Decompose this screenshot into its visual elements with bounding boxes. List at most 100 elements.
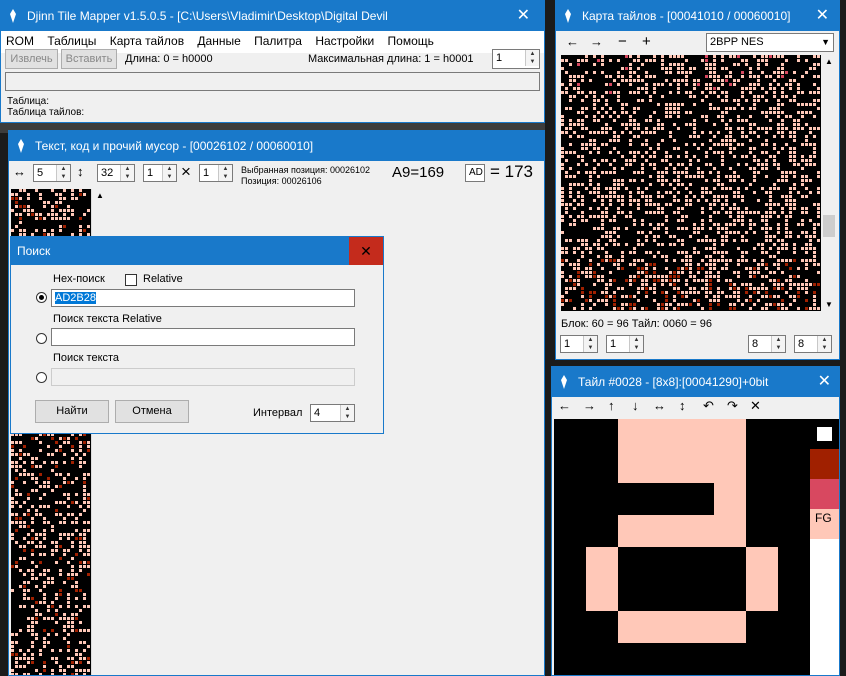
shift-up-icon[interactable]: ↑ bbox=[608, 398, 615, 413]
map-pixel bbox=[817, 307, 820, 310]
map-pixel bbox=[561, 67, 564, 70]
map-pixel bbox=[649, 147, 652, 150]
interval-spinner[interactable]: 4 ▲ ▼ bbox=[310, 404, 355, 422]
max-length-spinner[interactable]: 1 ▲ ▼ bbox=[492, 49, 540, 69]
map-spinner-4[interactable]: 8 ▲ ▼ bbox=[794, 335, 832, 353]
ad-box[interactable]: AD bbox=[465, 164, 485, 182]
height-spinner[interactable]: 32 ▲ ▼ bbox=[97, 164, 135, 182]
map-pixel bbox=[577, 275, 580, 278]
strip-pixel bbox=[11, 461, 14, 464]
cancel-button[interactable]: Отмена bbox=[115, 400, 189, 423]
chevron-down-icon[interactable]: ▼ bbox=[821, 34, 830, 51]
move-left-icon[interactable]: ← bbox=[566, 34, 579, 49]
text-titlebar[interactable]: Текст, код и прочий мусор - [00026102 / … bbox=[9, 131, 544, 161]
relative-text-radio[interactable] bbox=[36, 333, 47, 344]
strip-pixel bbox=[31, 573, 34, 576]
zoom-y-spinner[interactable]: 1 ▲ ▼ bbox=[199, 164, 233, 182]
menu-tilemap[interactable]: Карта тайлов bbox=[105, 31, 189, 51]
extract-button[interactable]: Извлечь bbox=[5, 49, 58, 69]
map-pixel bbox=[793, 299, 796, 302]
rotate-right-icon[interactable]: ↷ bbox=[727, 398, 738, 414]
menu-palette[interactable]: Палитра bbox=[249, 31, 307, 51]
text-output-field[interactable] bbox=[5, 72, 540, 91]
resize-vertical-icon[interactable]: ↕ bbox=[77, 164, 84, 179]
zoom-in-icon[interactable]: + bbox=[642, 33, 651, 50]
palette-color-pink[interactable]: FG bbox=[810, 509, 839, 539]
scroll-up-icon[interactable]: ▲ bbox=[96, 191, 104, 200]
tilemap-titlebar[interactable]: Карта тайлов - [00041010 / 00060010] ✕ bbox=[556, 1, 839, 31]
move-right-icon[interactable]: → bbox=[590, 34, 603, 49]
map-pixel bbox=[633, 171, 636, 174]
map-pixel bbox=[629, 275, 632, 278]
close-icon[interactable]: ✕ bbox=[816, 1, 829, 31]
shift-right-icon[interactable]: → bbox=[583, 398, 596, 413]
width-spinner[interactable]: 5 ▲ ▼ bbox=[33, 164, 71, 182]
map-pixel bbox=[749, 91, 752, 94]
relative-checkbox[interactable] bbox=[125, 274, 137, 286]
map-pixel bbox=[781, 259, 784, 262]
shift-down-icon[interactable]: ↓ bbox=[632, 398, 639, 413]
rotate-left-icon[interactable]: ↶ bbox=[703, 398, 714, 414]
map-pixel bbox=[785, 215, 788, 218]
flip-horizontal-icon[interactable]: ↔ bbox=[653, 398, 666, 413]
map-spinner-1[interactable]: 1 ▲ ▼ bbox=[560, 335, 598, 353]
palette-color-black[interactable] bbox=[810, 419, 839, 449]
map-pixel bbox=[613, 239, 616, 242]
find-button[interactable]: Найти bbox=[35, 400, 109, 423]
map-pixel bbox=[597, 151, 600, 154]
map-pixel bbox=[649, 195, 652, 198]
text-search-input[interactable] bbox=[51, 368, 355, 386]
palette-color-red[interactable] bbox=[810, 479, 839, 509]
strip-pixel bbox=[31, 621, 34, 624]
scroll-up-icon[interactable]: ▲ bbox=[825, 57, 833, 66]
map-spinner-3[interactable]: 8 ▲ ▼ bbox=[748, 335, 786, 353]
strip-pixel bbox=[39, 533, 42, 536]
scroll-thumb[interactable] bbox=[823, 215, 835, 237]
hex-search-input[interactable]: AD2B28 bbox=[51, 289, 355, 307]
palette-color-brown[interactable] bbox=[810, 449, 839, 479]
close-icon[interactable]: ✕ bbox=[517, 1, 530, 31]
tile-titlebar[interactable]: Тайл #0028 - [8x8]:[00041290]+0bit ✕ bbox=[552, 367, 839, 397]
menu-rom[interactable]: ROM bbox=[1, 31, 39, 51]
clear-icon[interactable]: ✕ bbox=[750, 398, 761, 414]
search-titlebar[interactable]: Поиск ✕ bbox=[11, 237, 383, 265]
relative-text-input[interactable] bbox=[51, 328, 355, 346]
map-spinner-2[interactable]: 1 ▲ ▼ bbox=[606, 335, 644, 353]
hex-search-radio[interactable] bbox=[36, 292, 47, 303]
insert-button[interactable]: Вставить bbox=[61, 49, 117, 69]
close-icon[interactable]: ✕ bbox=[818, 367, 831, 397]
close-button[interactable]: ✕ bbox=[349, 237, 383, 265]
tile-editor-canvas[interactable] bbox=[554, 419, 810, 675]
format-select[interactable]: 2BPP NES ▼ bbox=[706, 33, 834, 52]
map-pixel bbox=[753, 83, 756, 86]
main-titlebar[interactable]: Djinn Tile Mapper v1.5.0.5 - [C:\Users\V… bbox=[1, 1, 544, 31]
map-pixel bbox=[709, 131, 712, 134]
text-search-radio[interactable] bbox=[36, 372, 47, 383]
spinner-arrows-icon[interactable]: ▲ ▼ bbox=[525, 50, 539, 66]
menu-data[interactable]: Данные bbox=[192, 31, 245, 51]
menu-settings[interactable]: Настройки bbox=[310, 31, 379, 51]
map-pixel bbox=[677, 303, 680, 306]
flip-vertical-icon[interactable]: ↕ bbox=[679, 398, 686, 413]
tile-pixel bbox=[554, 611, 586, 643]
map-pixel bbox=[809, 67, 812, 70]
map-pixel bbox=[645, 187, 648, 190]
map-pixel bbox=[653, 111, 656, 114]
strip-pixel bbox=[59, 437, 62, 440]
map-pixel bbox=[713, 259, 716, 262]
resize-horizontal-icon[interactable]: ↔ bbox=[13, 164, 26, 179]
menu-help[interactable]: Помощь bbox=[383, 31, 439, 51]
map-pixel bbox=[637, 151, 640, 154]
zoom-out-icon[interactable]: − bbox=[618, 33, 627, 50]
tilemap-canvas[interactable] bbox=[561, 55, 821, 311]
zoom-x-spinner[interactable]: 1 ▲ ▼ bbox=[143, 164, 177, 182]
map-pixel bbox=[705, 199, 708, 202]
tilemap-scrollbar[interactable]: ▲ ▼ bbox=[821, 55, 837, 311]
map-pixel bbox=[685, 215, 688, 218]
map-pixel bbox=[641, 267, 644, 270]
shift-left-icon[interactable]: ← bbox=[558, 398, 571, 413]
map-pixel bbox=[729, 147, 732, 150]
scroll-down-icon[interactable]: ▼ bbox=[825, 300, 833, 309]
map-pixel bbox=[801, 175, 804, 178]
menu-tables[interactable]: Таблицы bbox=[42, 31, 101, 51]
